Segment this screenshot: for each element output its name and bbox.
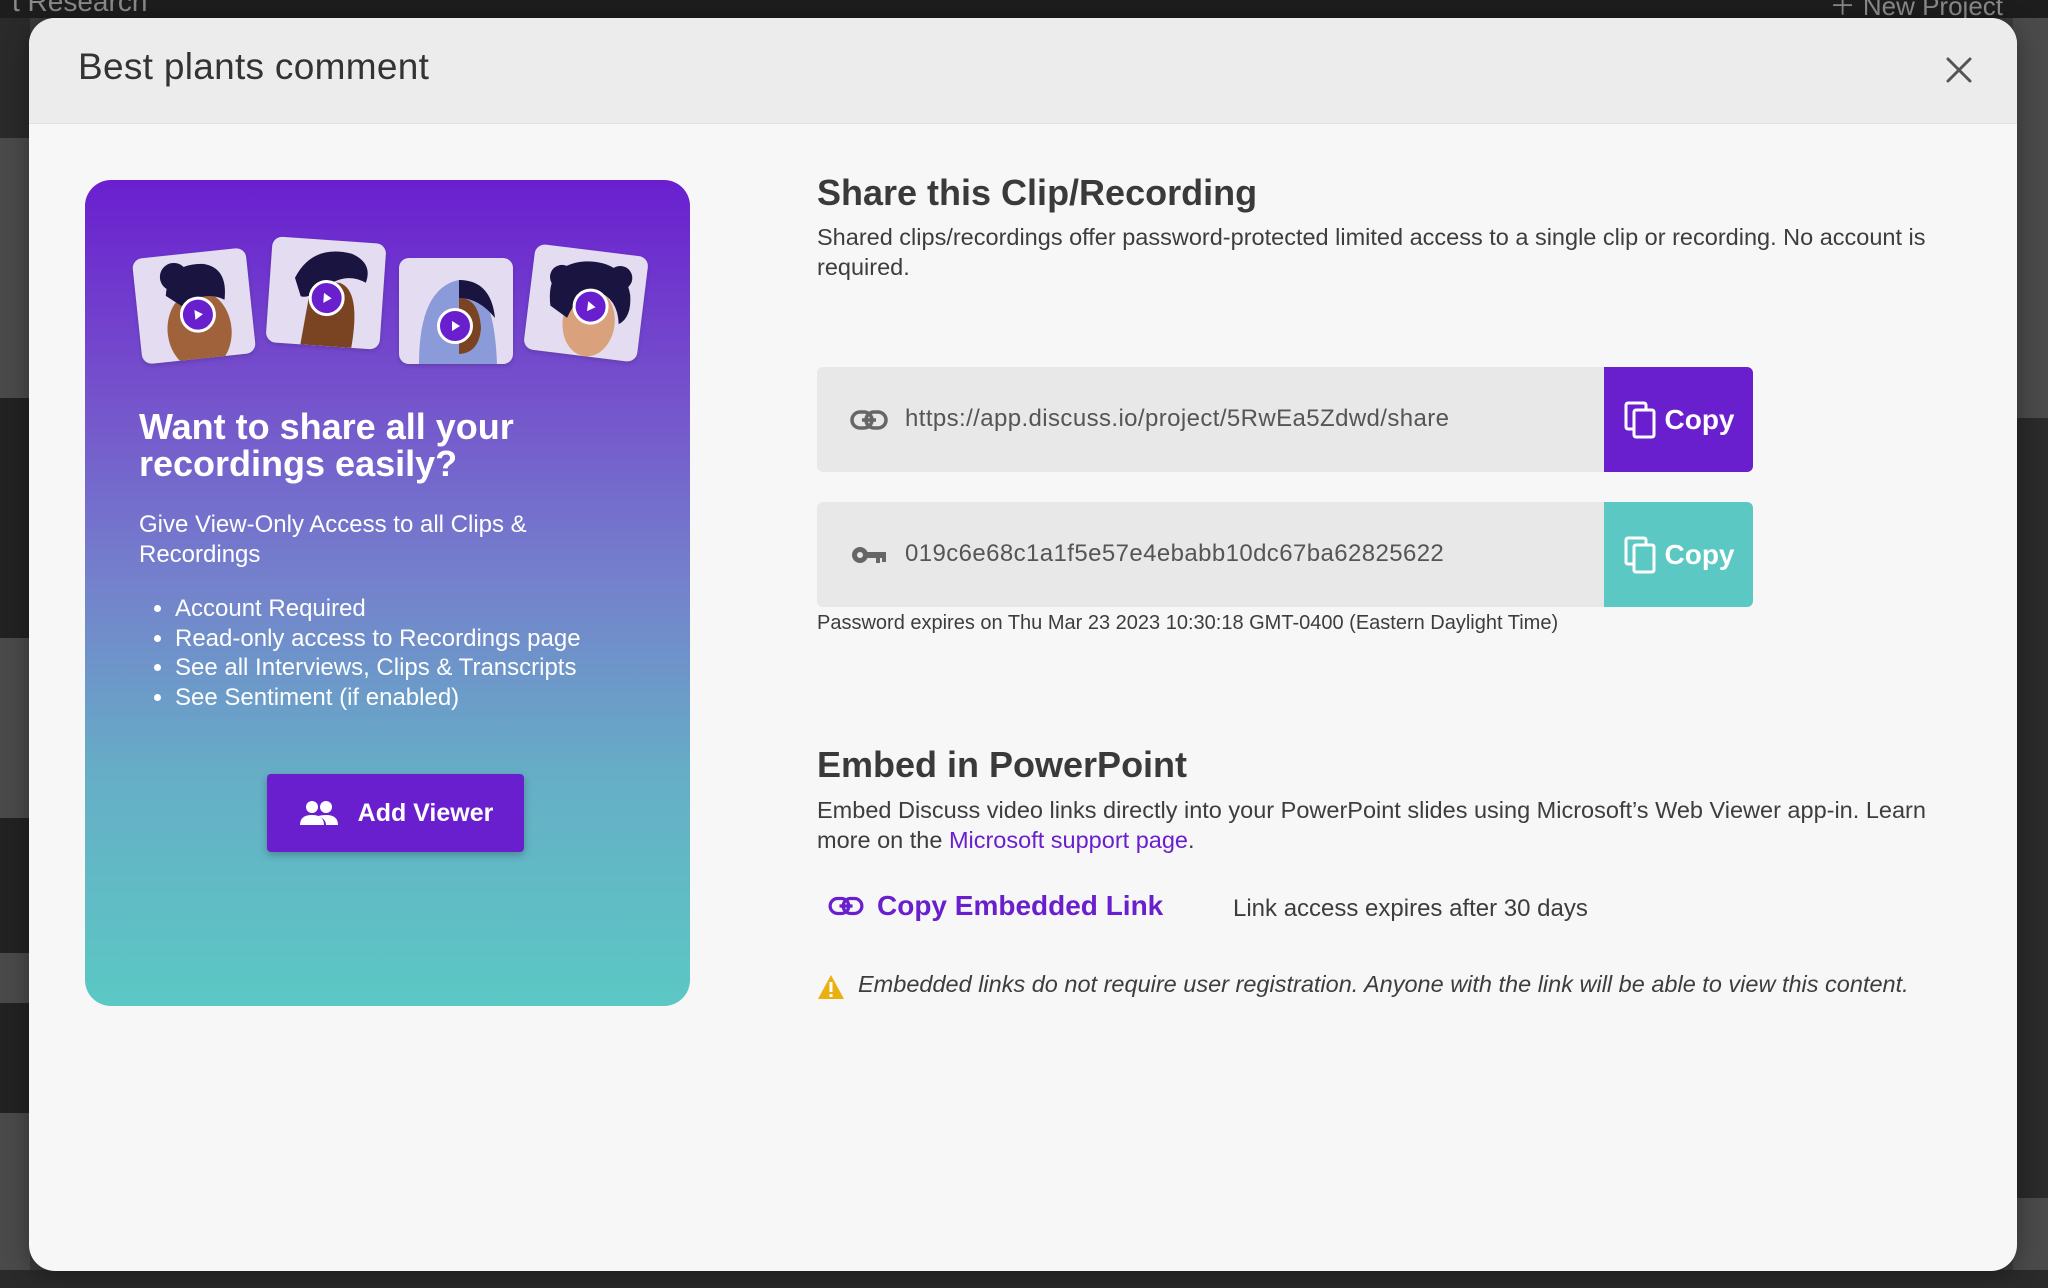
promo-description: Give View-Only Access to all Clips & Rec… bbox=[139, 511, 527, 568]
copy-url-button[interactable]: Copy bbox=[1604, 367, 1753, 472]
share-section-title: Share this Clip/Recording bbox=[817, 172, 1258, 213]
copy-url-label: Copy bbox=[1664, 403, 1735, 435]
background-project-title: t Research bbox=[12, 0, 148, 17]
modal-header: Best plants comment bbox=[29, 18, 2017, 124]
promo-feature-list: Account Required Read-only access to Rec… bbox=[139, 594, 581, 712]
link-icon bbox=[850, 410, 888, 430]
copy-embedded-link-button[interactable]: Copy Embedded Link bbox=[827, 890, 1163, 922]
copy-icon bbox=[1624, 401, 1655, 438]
password-text[interactable]: 019c6e68c1a1f5e57e4ebabb10dc67ba62825622 bbox=[905, 540, 1444, 568]
viewer-promo-card: Want to share all your recordings easily… bbox=[85, 180, 690, 1006]
key-icon bbox=[852, 547, 886, 563]
embed-section-title: Embed in PowerPoint bbox=[817, 744, 1188, 785]
add-viewer-label: Add Viewer bbox=[357, 798, 494, 827]
embed-warning-text: Embedded links do not require user regis… bbox=[858, 971, 1909, 997]
microsoft-support-link[interactable]: Microsoft support page bbox=[949, 827, 1188, 853]
people-icon bbox=[299, 801, 338, 825]
share-url-field: https://app.discuss.io/project/5RwEa5Zdw… bbox=[817, 367, 1753, 472]
background-topbar: t Research ＋ New Project bbox=[0, 0, 2048, 21]
modal-title: Best plants comment bbox=[78, 46, 430, 87]
list-item: Account Required bbox=[175, 594, 581, 624]
close-button[interactable] bbox=[1937, 48, 1981, 92]
avatar-illustrations bbox=[131, 236, 657, 368]
background-left-strip bbox=[0, 18, 30, 1288]
background-bottom-strip bbox=[0, 1270, 2048, 1288]
close-icon bbox=[1946, 57, 1972, 83]
avatar-illustration bbox=[131, 247, 257, 365]
copy-embedded-link-label: Copy Embedded Link bbox=[877, 890, 1164, 921]
password-expiry-text: Password expires on Thu Mar 23 2023 10:3… bbox=[817, 612, 1559, 634]
copy-password-button[interactable]: Copy bbox=[1604, 502, 1753, 607]
link-icon bbox=[828, 896, 864, 916]
list-item: See Sentiment (if enabled) bbox=[175, 683, 581, 713]
share-section-description: Shared clips/recordings offer password-p… bbox=[817, 224, 1926, 280]
promo-heading: Want to share all your recordings easily… bbox=[139, 406, 514, 484]
share-url-box[interactable]: https://app.discuss.io/project/5RwEa5Zdw… bbox=[817, 367, 1604, 472]
add-viewer-button[interactable]: Add Viewer bbox=[267, 774, 524, 852]
share-modal: Best plants comment Want to share all yo… bbox=[29, 18, 2017, 1271]
password-box[interactable]: 019c6e68c1a1f5e57e4ebabb10dc67ba62825622 bbox=[817, 502, 1604, 607]
avatar-illustration bbox=[399, 258, 513, 364]
link-expiry-text: Link access expires after 30 days bbox=[1233, 895, 1588, 922]
list-item: Read-only access to Recordings page bbox=[175, 624, 581, 654]
password-field: 019c6e68c1a1f5e57e4ebabb10dc67ba62825622… bbox=[817, 502, 1753, 607]
copy-icon bbox=[1624, 536, 1655, 573]
warning-icon bbox=[818, 975, 844, 999]
copy-password-label: Copy bbox=[1664, 538, 1735, 570]
embed-section-description: Embed Discuss video links directly into … bbox=[817, 797, 1926, 853]
background-right-strip bbox=[2013, 18, 2048, 1288]
avatar-illustration bbox=[522, 243, 650, 363]
list-item: See all Interviews, Clips & Transcripts bbox=[175, 653, 581, 683]
avatar-illustration bbox=[265, 236, 387, 350]
share-url-text[interactable]: https://app.discuss.io/project/5RwEa5Zdw… bbox=[905, 405, 1449, 433]
